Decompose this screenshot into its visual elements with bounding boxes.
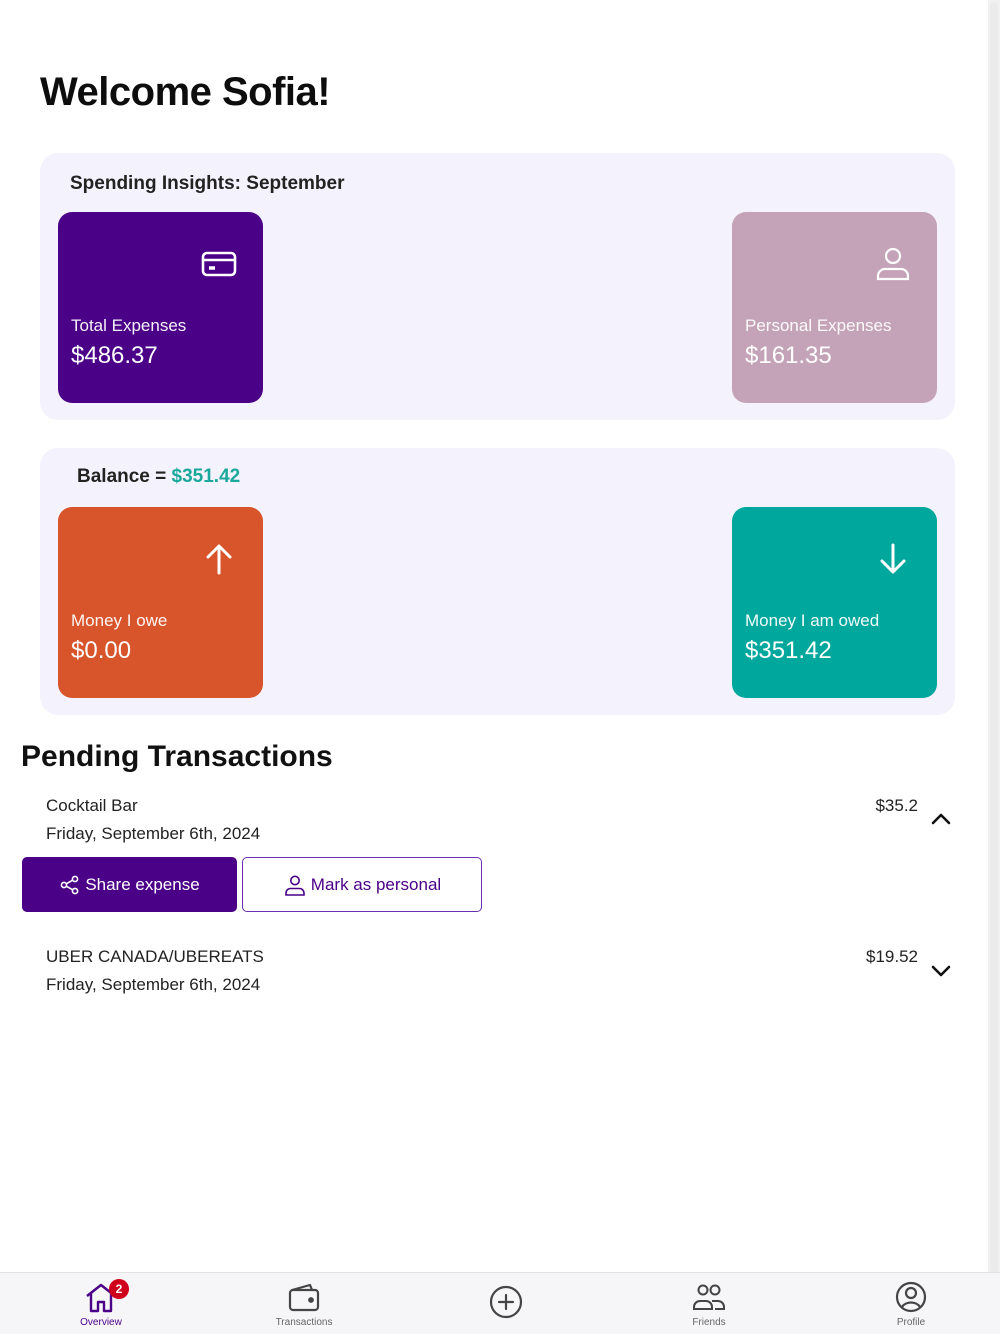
money-i-owe-card[interactable]: Money I owe $0.00	[58, 507, 263, 698]
transaction-name: Cocktail Bar	[46, 796, 138, 815]
nav-transactions-label: Transactions	[275, 1317, 333, 1328]
money-i-am-owed-card[interactable]: Money I am owed $351.42	[732, 507, 937, 698]
spending-insights-panel: Spending Insights: September Total Expen…	[40, 153, 955, 420]
wallet-icon	[288, 1283, 320, 1312]
share-icon	[60, 875, 79, 894]
nav-transactions[interactable]: Transactions	[249, 1273, 359, 1334]
pending-transactions-title: Pending Transactions	[21, 740, 333, 773]
balance-amount: $351.42	[171, 466, 241, 487]
money-i-owe-label: Money I owe	[71, 611, 168, 630]
nav-profile[interactable]: Profile	[856, 1273, 966, 1334]
money-i-am-owed-label: Money I am owed	[745, 611, 880, 630]
credit-card-icon	[201, 251, 237, 277]
arrow-down-icon	[880, 543, 906, 574]
total-expenses-card[interactable]: Total Expenses $486.37	[58, 212, 263, 403]
mark-as-personal-button[interactable]: Mark as personal	[242, 857, 482, 912]
share-expense-label: Share expense	[85, 874, 200, 894]
user-icon	[284, 875, 305, 896]
arrow-up-icon	[206, 544, 232, 575]
nav-friends[interactable]: Friends	[654, 1273, 764, 1334]
welcome-heading: Welcome Sofia!	[40, 70, 331, 114]
transaction-date: Friday, September 6th, 2024	[46, 824, 261, 843]
total-expenses-label: Total Expenses	[71, 316, 187, 335]
transaction-amount: $19.52	[866, 947, 918, 966]
nav-profile-label: Profile	[896, 1317, 926, 1328]
bottom-nav: 2 Overview Transactions Friends Profile	[0, 1272, 1000, 1334]
share-expense-button[interactable]: Share expense	[22, 857, 237, 912]
scrollbar-thumb[interactable]	[990, 2, 998, 1274]
total-expenses-value: $486.37	[71, 342, 158, 369]
money-i-am-owed-value: $351.42	[745, 637, 832, 664]
transaction-date: Friday, September 6th, 2024	[46, 975, 261, 994]
transaction-name: UBER CANADA/UBEREATS	[46, 947, 264, 966]
chevron-down-icon[interactable]	[926, 955, 956, 985]
mark-as-personal-label: Mark as personal	[310, 874, 442, 894]
transaction-item[interactable]: Cocktail Bar Friday, September 6th, 2024…	[46, 796, 956, 844]
transaction-item[interactable]: UBER CANADA/UBEREATS Friday, September 6…	[46, 947, 956, 995]
user-icon	[876, 247, 910, 281]
profile-icon	[895, 1281, 927, 1313]
personal-expenses-card[interactable]: Personal Expenses $161.35	[732, 212, 937, 403]
spending-insights-title: Spending Insights: September	[70, 173, 345, 194]
money-i-owe-value: $0.00	[71, 637, 132, 664]
nav-overview-label: Overview	[80, 1317, 122, 1328]
notification-badge: 2	[109, 1279, 129, 1299]
personal-expenses-value: $161.35	[745, 342, 832, 369]
chevron-up-icon[interactable]	[926, 804, 956, 834]
balance-title: Balance = $351.42	[77, 466, 240, 488]
nav-add[interactable]	[451, 1273, 561, 1334]
nav-friends-label: Friends	[692, 1317, 726, 1328]
transaction-amount: $35.2	[875, 796, 918, 815]
balance-panel: Balance = $351.42 Money I owe $0.00 Mone…	[40, 448, 955, 715]
personal-expenses-label: Personal Expenses	[745, 316, 892, 335]
friends-icon	[693, 1284, 725, 1310]
balance-label: Balance =	[77, 466, 172, 487]
scrollbar[interactable]	[988, 0, 1000, 1334]
add-circle-icon	[489, 1285, 523, 1319]
nav-overview[interactable]: 2 Overview	[46, 1273, 156, 1334]
